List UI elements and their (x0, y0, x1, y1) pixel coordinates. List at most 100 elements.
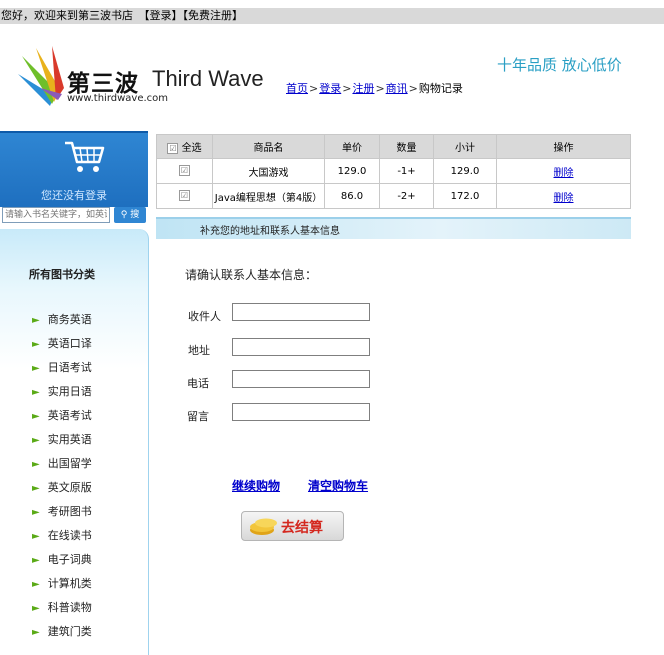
item-subtotal: 129.0 (433, 158, 497, 184)
arrow-right-icon: ► (32, 483, 40, 494)
delete-link[interactable]: 删除 (554, 168, 574, 179)
item-qty[interactable]: -2+ (379, 183, 434, 209)
cart-table: ☑ 全选 商品名 单价 数量 小计 操作 ☑ 大国游戏 129.0 -1+ 12… (156, 134, 631, 209)
logo-url-text: www.thirdwave.com (67, 93, 169, 104)
breadcrumb-home-link[interactable]: 首页 (286, 82, 308, 95)
table-row: ☑ Java编程思想（第4版） 86.0 -2+ 172.0 删除 (156, 183, 631, 209)
search-button[interactable]: ⚲ 搜 (114, 207, 146, 223)
category-label: 英文原版 (47, 481, 92, 494)
receiver-input[interactable] (232, 303, 370, 321)
category-label: 在线读书 (47, 529, 92, 542)
breadcrumb-current: 购物记录 (418, 82, 463, 95)
search-button-label: 搜 (130, 210, 140, 220)
category-item[interactable]: ► 实用日语 (32, 383, 92, 399)
category-item[interactable]: ► 电子词典 (32, 551, 92, 567)
phone-input[interactable] (232, 370, 370, 388)
checkbox-icon[interactable]: ☑ (167, 142, 179, 154)
arrow-right-icon: ► (32, 579, 40, 590)
arrow-right-icon: ► (32, 387, 40, 398)
col-subtotal: 小计 (433, 134, 497, 159)
col-action: 操作 (496, 134, 631, 159)
checkbox-icon[interactable]: ☑ (179, 190, 190, 202)
delete-link[interactable]: 删除 (554, 193, 574, 204)
select-all-label: 全选 (181, 143, 202, 154)
item-subtotal: 172.0 (433, 183, 497, 209)
row-select-cell[interactable]: ☑ (156, 183, 213, 209)
arrow-right-icon: ► (32, 459, 40, 470)
search-input[interactable] (2, 207, 110, 223)
category-item[interactable]: ► 实用英语 (32, 431, 92, 447)
category-item[interactable]: ► 英文原版 (32, 479, 92, 495)
clear-cart-link[interactable]: 清空购物车 (308, 477, 368, 494)
arrow-right-icon: ► (32, 603, 40, 614)
top-bar: 您好，欢迎来到第三波书店 【登录】【免费注册】 (0, 8, 664, 24)
form-title: 请确认联系人基本信息： (185, 268, 318, 282)
select-all-cell[interactable]: ☑ 全选 (156, 134, 213, 159)
note-label: 留言 (187, 410, 209, 423)
breadcrumb: 首页>登录>注册>商讯>购物记录 (286, 80, 463, 96)
arrow-right-icon: ► (32, 411, 40, 422)
continue-shopping-link[interactable]: 继续购物 (232, 477, 280, 494)
receiver-label: 收件人 (188, 310, 221, 323)
category-title: 所有图书分类 (29, 268, 95, 281)
category-label: 计算机类 (47, 577, 92, 590)
note-input[interactable] (232, 403, 370, 421)
item-price: 129.0 (324, 158, 380, 184)
address-input[interactable] (232, 338, 370, 356)
category-label: 日语考试 (47, 361, 92, 374)
category-item[interactable]: ► 英语考试 (32, 407, 92, 423)
category-label: 实用英语 (47, 433, 92, 446)
category-item[interactable]: ► 考研图书 (32, 503, 92, 519)
breadcrumb-separator: > (375, 82, 385, 95)
breadcrumb-news-link[interactable]: 商讯 (386, 82, 408, 95)
address-info-text: 补充您的地址和联系人基本信息 (200, 226, 340, 237)
item-price: 86.0 (324, 183, 380, 209)
category-item[interactable]: ► 在线读书 (32, 527, 92, 543)
delete-link-cell: 删除 (496, 183, 631, 209)
shopping-cart-icon (65, 141, 105, 172)
category-label: 英语考试 (47, 409, 92, 422)
category-item[interactable]: ► 日语考试 (32, 359, 92, 375)
checkout-label: 去结算 (281, 520, 323, 536)
slogan: 十年品质 放心低价 (497, 56, 622, 74)
table-row: ☑ 大国游戏 129.0 -1+ 129.0 删除 (156, 158, 631, 184)
category-label: 出国留学 (47, 457, 92, 470)
arrow-right-icon: ► (32, 339, 40, 350)
arrow-right-icon: ► (32, 363, 40, 374)
category-label: 英语口译 (47, 337, 92, 350)
item-name: Java编程思想（第4版） (212, 183, 325, 209)
category-label: 电子词典 (47, 553, 92, 566)
address-label: 地址 (188, 344, 210, 357)
category-label: 考研图书 (47, 505, 92, 518)
checkbox-icon[interactable]: ☑ (179, 165, 190, 177)
row-select-cell[interactable]: ☑ (156, 158, 213, 184)
category-label: 实用日语 (47, 385, 92, 398)
col-price: 单价 (324, 134, 380, 159)
col-qty: 数量 (379, 134, 434, 159)
category-item[interactable]: ► 商务英语 (32, 311, 92, 327)
breadcrumb-login-link[interactable]: 登录 (319, 82, 341, 95)
category-item[interactable]: ► 建筑门类 (32, 623, 92, 639)
category-item[interactable]: ► 科普读物 (32, 599, 92, 615)
logo-en-text: Third Wave (152, 66, 264, 91)
phone-label: 电话 (187, 377, 209, 390)
delete-link-cell: 删除 (496, 158, 631, 184)
category-label: 科普读物 (47, 601, 92, 614)
arrow-right-icon: ► (32, 555, 40, 566)
col-name: 商品名 (212, 134, 325, 159)
arrow-right-icon: ► (32, 627, 40, 638)
arrow-right-icon: ► (32, 315, 40, 326)
category-item[interactable]: ► 英语口译 (32, 335, 92, 351)
cart-table-header: ☑ 全选 商品名 单价 数量 小计 操作 (156, 134, 631, 159)
search-icon: ⚲ (120, 210, 128, 220)
breadcrumb-separator: > (408, 82, 418, 95)
breadcrumb-register-link[interactable]: 注册 (352, 82, 374, 95)
category-item[interactable]: ► 出国留学 (32, 455, 92, 471)
item-qty[interactable]: -1+ (379, 158, 434, 184)
welcome-text[interactable]: 您好，欢迎来到第三波书店 【登录】【免费注册】 (0, 9, 243, 22)
item-name: 大国游戏 (212, 158, 325, 184)
coins-icon (250, 518, 277, 535)
arrow-right-icon: ► (32, 435, 40, 446)
arrow-right-icon: ► (32, 531, 40, 542)
category-item[interactable]: ► 计算机类 (32, 575, 92, 591)
